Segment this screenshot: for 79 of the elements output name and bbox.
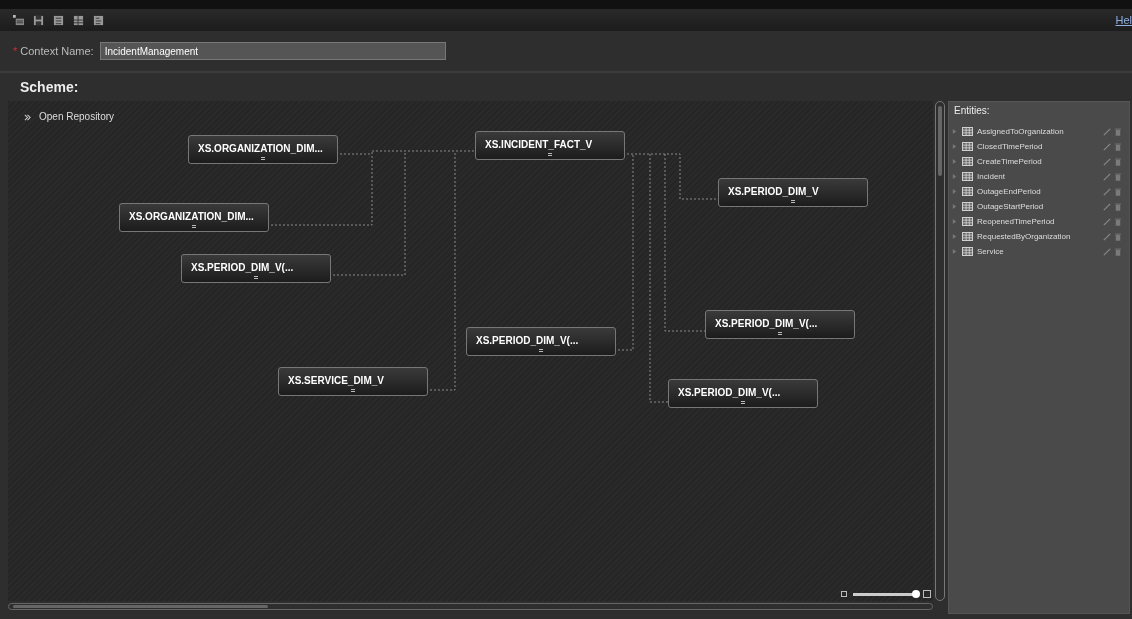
table-node[interactable]: XS.INCIDENT_FACT_V — [475, 131, 625, 160]
lines-icon — [351, 389, 355, 392]
trash-icon[interactable] — [1115, 217, 1121, 226]
entity-name[interactable]: CreateTimePeriod — [977, 157, 1103, 166]
node-title: XS.SERVICE_DIM_V — [288, 375, 384, 386]
table-node[interactable]: XS.PERIOD_DIM_V(... — [181, 254, 331, 283]
entities-title: Entities: — [953, 104, 991, 118]
trash-icon[interactable] — [1115, 247, 1121, 256]
node-title: XS.PERIOD_DIM_V(... — [715, 318, 818, 329]
help-link[interactable]: Hel — [1115, 14, 1132, 26]
table-node[interactable]: XS.PERIOD_DIM_V(... — [705, 310, 855, 339]
node-title: XS.PERIOD_DIM_V(... — [476, 335, 579, 346]
expand-arrow-icon[interactable] — [952, 204, 957, 209]
expand-arrow-icon[interactable] — [952, 144, 957, 149]
trash-icon[interactable] — [1115, 127, 1121, 136]
table-node[interactable]: XS.SERVICE_DIM_V — [278, 367, 428, 396]
table-icon — [962, 232, 973, 241]
table-node[interactable]: XS.ORGANIZATION_DIM... — [188, 135, 338, 164]
entity-name[interactable]: Service — [977, 247, 1103, 256]
entity-name[interactable]: RequestedByOrganization — [977, 232, 1103, 241]
open-repository-link[interactable]: Open Repository — [39, 111, 115, 122]
trash-icon[interactable] — [1115, 157, 1121, 166]
node-title: XS.PERIOD_DIM_V(... — [191, 262, 294, 273]
context-name-field[interactable]: IncidentManagement — [99, 42, 446, 60]
double-chevron-icon[interactable] — [24, 114, 31, 121]
node-title: XS.ORGANIZATION_DIM... — [198, 143, 323, 154]
required-mark: * — [13, 45, 18, 57]
zoom-slider[interactable] — [853, 592, 917, 596]
node-title: XS.PERIOD_DIM_V — [728, 186, 819, 197]
lines-icon — [778, 332, 782, 335]
lines-icon — [254, 276, 258, 279]
entity-name[interactable]: OutageStartPeriod — [977, 202, 1103, 211]
trash-icon[interactable] — [1115, 187, 1121, 196]
node-title: XS.PERIOD_DIM_V(... — [678, 387, 781, 398]
entity-name[interactable]: ClosedTimePeriod — [977, 142, 1103, 151]
lines-icon — [192, 225, 196, 228]
expand-arrow-icon[interactable] — [952, 174, 957, 179]
entity-name[interactable]: OutageEndPeriod — [977, 187, 1103, 196]
trash-icon[interactable] — [1115, 142, 1121, 151]
trash-icon[interactable] — [1115, 232, 1121, 241]
trash-icon[interactable] — [1115, 202, 1121, 211]
scheme-title: Scheme: — [20, 79, 79, 95]
form-icon[interactable] — [93, 14, 104, 26]
zoom-in-icon[interactable] — [923, 590, 931, 598]
entity-name[interactable]: ReopenedTimePeriod — [977, 217, 1103, 226]
lines-icon — [548, 153, 552, 156]
entity-name[interactable]: AssignedToOrganization — [977, 127, 1103, 136]
lines-icon — [791, 200, 795, 203]
table-icon — [962, 157, 973, 166]
zoom-out-icon[interactable] — [841, 591, 847, 597]
table-icon — [962, 172, 973, 181]
table-icon — [962, 217, 973, 226]
save-icon[interactable] — [33, 14, 44, 26]
table-icon — [962, 247, 973, 256]
entity-name[interactable]: Incident — [977, 172, 1103, 181]
expand-arrow-icon[interactable] — [952, 249, 957, 254]
trash-icon[interactable] — [1115, 172, 1121, 181]
lines-icon — [261, 157, 265, 160]
expand-arrow-icon[interactable] — [952, 219, 957, 224]
table-icon — [962, 142, 973, 151]
table-node[interactable]: XS.PERIOD_DIM_V — [718, 178, 868, 207]
expand-arrow-icon[interactable] — [952, 189, 957, 194]
expand-arrow-icon[interactable] — [952, 159, 957, 164]
lines-icon — [539, 349, 543, 352]
table-node[interactable]: XS.PERIOD_DIM_V(... — [466, 327, 616, 356]
table-icon — [962, 187, 973, 196]
node-title: XS.ORGANIZATION_DIM... — [129, 211, 254, 222]
expand-arrow-icon[interactable] — [952, 234, 957, 239]
node-title: XS.INCIDENT_FACT_V — [485, 139, 593, 150]
table-node[interactable]: XS.ORGANIZATION_DIM... — [119, 203, 269, 232]
grid-icon[interactable] — [73, 14, 84, 26]
new-item-icon[interactable] — [13, 14, 24, 26]
table-icon — [962, 127, 973, 136]
lines-icon — [741, 401, 745, 404]
expand-arrow-icon[interactable] — [952, 129, 957, 134]
table-node[interactable]: XS.PERIOD_DIM_V(... — [668, 379, 818, 408]
list-icon[interactable] — [53, 14, 64, 26]
context-name-label: Context Name: — [20, 45, 94, 57]
table-icon — [962, 202, 973, 211]
